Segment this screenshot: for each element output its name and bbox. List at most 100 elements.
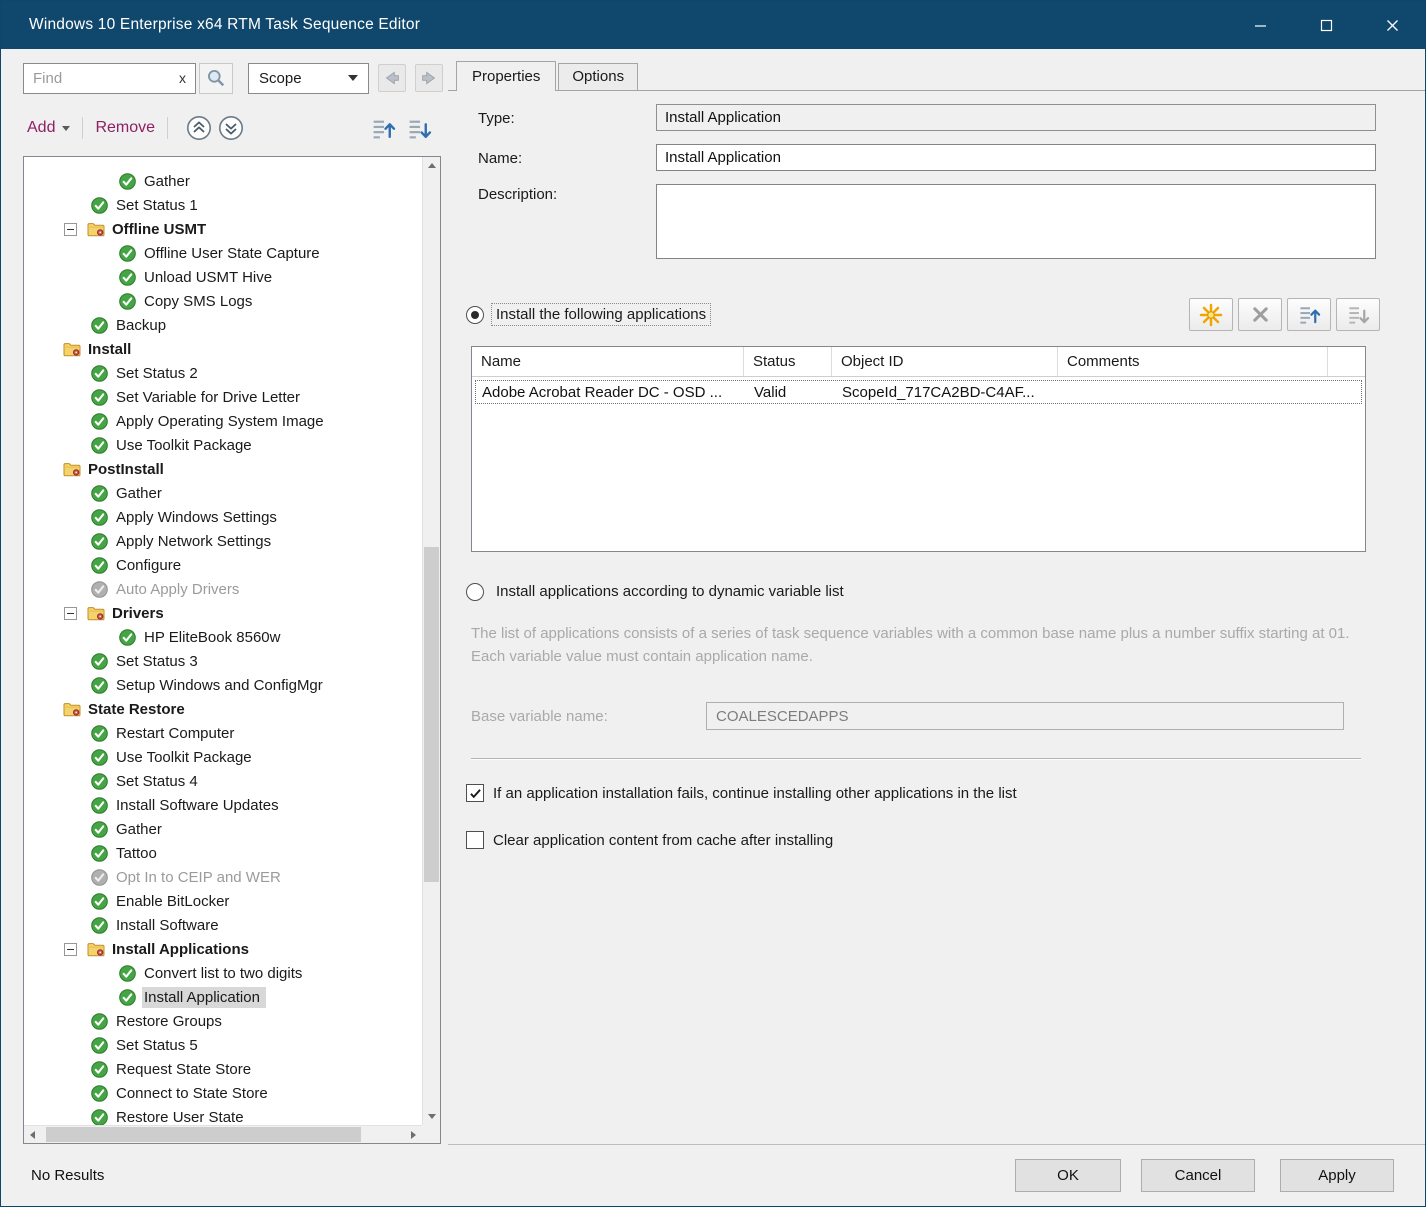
tree-item[interactable]: Install Application	[24, 985, 422, 1009]
tree-item[interactable]: Apply Operating System Image	[24, 409, 422, 433]
continue-on-fail-label[interactable]: If an application installation fails, co…	[493, 785, 1017, 802]
close-button[interactable]	[1359, 1, 1425, 49]
find-input[interactable]	[33, 70, 175, 87]
expander-icon[interactable]	[64, 223, 77, 236]
tab-options[interactable]: Options	[558, 63, 638, 90]
add-button[interactable]: Add	[27, 119, 70, 137]
tree-item[interactable]: Offline User State Capture	[24, 241, 422, 265]
tree-item[interactable]: Opt In to CEIP and WER	[24, 865, 422, 889]
ok-button[interactable]: OK	[1015, 1159, 1121, 1192]
tree-vertical-scrollbar[interactable]	[422, 157, 440, 1125]
task-sequence-tree: Gather Set Status 1 Offline USMT Offline…	[23, 156, 441, 1144]
search-button[interactable]	[199, 63, 233, 94]
continue-on-fail-checkbox[interactable]	[466, 784, 484, 802]
tree-item[interactable]: Install Applications	[24, 937, 422, 961]
tree-item[interactable]: Set Status 5	[24, 1033, 422, 1057]
type-label: Type:	[478, 108, 656, 127]
delete-application-button[interactable]	[1238, 298, 1282, 331]
column-header-object-id[interactable]: Object ID	[832, 347, 1058, 376]
minimize-button[interactable]	[1227, 1, 1293, 49]
tree-item[interactable]: PostInstall	[24, 457, 422, 481]
tree-item[interactable]: Tattoo	[24, 841, 422, 865]
step-success-icon	[118, 965, 137, 982]
tree-item[interactable]: Set Status 4	[24, 769, 422, 793]
dynamic-list-radio-label[interactable]: Install applications according to dynami…	[492, 581, 848, 602]
tree-item[interactable]: Gather	[24, 817, 422, 841]
clear-cache-checkbox[interactable]	[466, 831, 484, 849]
tree-item[interactable]: Use Toolkit Package	[24, 745, 422, 769]
move-down-icon	[1347, 303, 1370, 326]
tree-item[interactable]: Copy SMS Logs	[24, 289, 422, 313]
scroll-right-arrow[interactable]	[405, 1126, 422, 1143]
column-header-status[interactable]: Status	[744, 347, 832, 376]
tree-item[interactable]: Setup Windows and ConfigMgr	[24, 673, 422, 697]
tree-item[interactable]: Install	[24, 337, 422, 361]
description-input[interactable]	[656, 184, 1376, 259]
move-application-down-button[interactable]	[1336, 298, 1380, 331]
tree-horizontal-scrollbar[interactable]	[24, 1125, 422, 1143]
name-input[interactable]	[656, 144, 1376, 171]
dynamic-list-radio[interactable]	[466, 583, 484, 601]
tree-item[interactable]: Configure	[24, 553, 422, 577]
tree-item[interactable]: Backup	[24, 313, 422, 337]
application-table: NameStatusObject IDComments Adobe Acroba…	[471, 346, 1366, 552]
remove-button[interactable]: Remove	[95, 119, 155, 137]
tree-item[interactable]: Offline USMT	[24, 217, 422, 241]
tree-item[interactable]: Convert list to two digits	[24, 961, 422, 985]
reorder-down-button[interactable]	[405, 114, 433, 142]
scroll-up-arrow[interactable]	[423, 157, 440, 174]
tree-item[interactable]: Set Variable for Drive Letter	[24, 385, 422, 409]
install-apps-radio-label[interactable]: Install the following applications	[492, 304, 710, 325]
scroll-left-arrow[interactable]	[24, 1126, 41, 1143]
reorder-up-icon	[371, 116, 396, 141]
tab-properties[interactable]: Properties	[456, 61, 556, 91]
clear-cache-label[interactable]: Clear application content from cache aft…	[493, 832, 833, 849]
step-success-icon	[118, 989, 137, 1006]
column-header-comments[interactable]: Comments	[1058, 347, 1328, 376]
app-table-row[interactable]: Adobe Acrobat Reader DC - OSD ...ValidSc…	[474, 379, 1363, 405]
tree-item[interactable]: Drivers	[24, 601, 422, 625]
tree-item[interactable]: Enable BitLocker	[24, 889, 422, 913]
expander-icon[interactable]	[64, 943, 77, 956]
back-button[interactable]	[378, 64, 406, 92]
tree-item[interactable]: State Restore	[24, 697, 422, 721]
cancel-button[interactable]: Cancel	[1141, 1159, 1255, 1192]
scope-select[interactable]: Scope	[248, 63, 369, 94]
vertical-scroll-thumb[interactable]	[424, 547, 439, 882]
reorder-up-button[interactable]	[369, 114, 397, 142]
tree-item[interactable]: Set Status 3	[24, 649, 422, 673]
move-up-icon	[1298, 303, 1321, 326]
tree-item[interactable]: Install Software Updates	[24, 793, 422, 817]
expand-all-button[interactable]	[217, 115, 244, 142]
tree-item[interactable]: Gather	[24, 169, 422, 193]
forward-button[interactable]	[415, 64, 443, 92]
new-application-button[interactable]	[1189, 298, 1233, 331]
tree-item[interactable]: Unload USMT Hive	[24, 265, 422, 289]
expander-icon[interactable]	[64, 607, 77, 620]
tree-item[interactable]: Set Status 2	[24, 361, 422, 385]
tree-item[interactable]: Restore Groups	[24, 1009, 422, 1033]
tree-item[interactable]: Request State Store	[24, 1057, 422, 1081]
maximize-button[interactable]	[1293, 1, 1359, 49]
step-success-icon	[90, 557, 109, 574]
find-clear-button[interactable]: x	[179, 71, 186, 85]
tree-item[interactable]: Apply Windows Settings	[24, 505, 422, 529]
move-application-up-button[interactable]	[1287, 298, 1331, 331]
tree-item[interactable]: Gather	[24, 481, 422, 505]
collapse-all-button[interactable]	[185, 115, 212, 142]
tree-item[interactable]: HP EliteBook 8560w	[24, 625, 422, 649]
tree-item[interactable]: Auto Apply Drivers	[24, 577, 422, 601]
tree-item[interactable]: Set Status 1	[24, 193, 422, 217]
horizontal-scroll-thumb[interactable]	[46, 1127, 361, 1142]
apply-button[interactable]: Apply	[1280, 1159, 1394, 1192]
tree-item-label: Set Status 2	[114, 363, 204, 384]
scroll-down-arrow[interactable]	[423, 1108, 440, 1125]
tree-item[interactable]: Apply Network Settings	[24, 529, 422, 553]
tree-item[interactable]: Restart Computer	[24, 721, 422, 745]
tree-item[interactable]: Restore User State	[24, 1105, 422, 1125]
install-apps-radio[interactable]	[466, 306, 484, 324]
column-header-name[interactable]: Name	[472, 347, 744, 376]
tree-item[interactable]: Install Software	[24, 913, 422, 937]
tree-item[interactable]: Use Toolkit Package	[24, 433, 422, 457]
tree-item[interactable]: Connect to State Store	[24, 1081, 422, 1105]
